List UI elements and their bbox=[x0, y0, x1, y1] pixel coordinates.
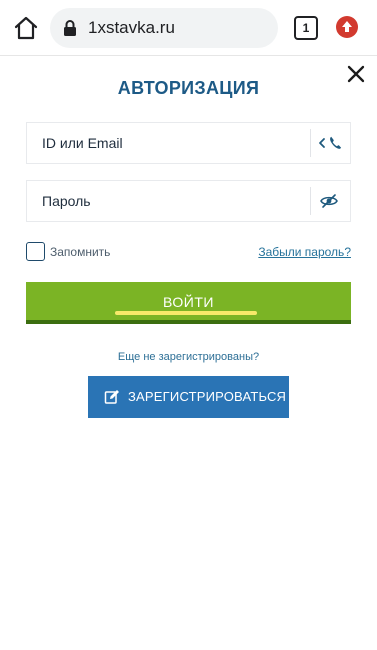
address-bar[interactable]: 1xstavka.ru bbox=[50, 8, 278, 48]
upload-icon[interactable] bbox=[336, 16, 358, 38]
login-button-label: ВОЙТИ bbox=[163, 294, 214, 310]
home-icon[interactable] bbox=[12, 14, 40, 42]
login-button[interactable]: ВОЙТИ bbox=[26, 282, 351, 324]
tab-count: 1 bbox=[302, 21, 310, 35]
url-text: 1xstavka.ru bbox=[88, 18, 175, 37]
edit-icon bbox=[104, 389, 120, 405]
eye-hide-icon[interactable] bbox=[320, 193, 338, 214]
tabs-button[interactable]: 1 bbox=[294, 16, 318, 40]
highlight-underline bbox=[115, 311, 257, 315]
login-field[interactable]: ID или Email bbox=[26, 122, 351, 164]
phone-icon[interactable] bbox=[327, 134, 343, 157]
register-button-label: ЗАРЕГИСТРИРОВАТЬСЯ bbox=[128, 389, 287, 404]
remember-label: Запомнить bbox=[50, 245, 111, 259]
chevron-left-icon[interactable] bbox=[317, 134, 327, 157]
browser-toolbar: 1xstavka.ru 1 bbox=[0, 0, 377, 56]
page-title: АВТОРИЗАЦИЯ bbox=[117, 78, 260, 98]
field-divider bbox=[310, 129, 311, 157]
lock-icon bbox=[62, 19, 78, 37]
not-registered-text: Еще не зарегистрированы? bbox=[117, 351, 260, 363]
password-field[interactable]: Пароль bbox=[26, 180, 351, 222]
field-divider bbox=[310, 187, 311, 215]
password-placeholder: Пароль bbox=[42, 193, 91, 209]
register-button[interactable]: ЗАРЕГИСТРИРОВАТЬСЯ bbox=[88, 376, 289, 418]
forgot-password-link[interactable]: Забыли пароль? bbox=[258, 245, 351, 259]
remember-checkbox[interactable] bbox=[26, 242, 45, 261]
login-placeholder: ID или Email bbox=[42, 135, 123, 151]
